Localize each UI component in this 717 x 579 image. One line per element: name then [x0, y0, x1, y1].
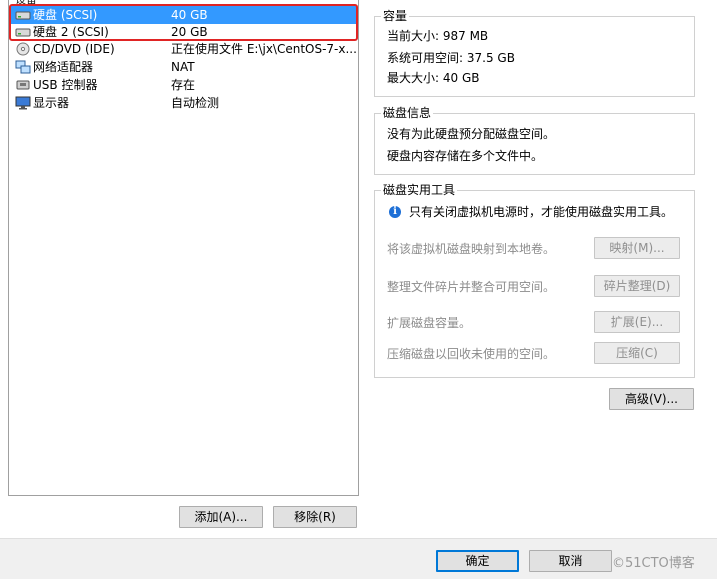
device-row-network-adapter[interactable]: 网络适配器 NAT [10, 58, 357, 76]
disk-info-line: 没有为此硬盘预分配磁盘空间。 [387, 127, 556, 141]
usb-icon [16, 80, 30, 90]
capacity-title: 容量 [381, 9, 410, 23]
device-name: 网络适配器 [33, 60, 94, 74]
expand-description: 扩展磁盘容量。 [387, 316, 472, 330]
expand-button[interactable]: 扩展(E)... [594, 311, 680, 333]
defrag-button[interactable]: 碎片整理(D) [594, 275, 680, 297]
device-summary: 正在使用文件 E:\jx\CentOS-7-x... [171, 42, 356, 56]
add-device-button[interactable]: 添加(A)... [179, 506, 263, 528]
current-size: 当前大小: 987 MB [387, 29, 489, 43]
device-list-header: 设备 [15, 0, 37, 6]
utilities-notice: 只有关闭虚拟机电源时，才能使用磁盘实用工具。 [409, 205, 674, 219]
advanced-button[interactable]: 高级(V)... [609, 388, 694, 410]
device-row-display[interactable]: 显示器 自动检测 [10, 94, 357, 112]
network-adapter-icon [15, 60, 31, 74]
display-icon [15, 96, 31, 110]
system-free-space: 系统可用空间: 37.5 GB [387, 51, 515, 65]
disk-utilities-title: 磁盘实用工具 [381, 183, 458, 197]
compact-description: 压缩磁盘以回收未使用的空间。 [387, 347, 556, 361]
cd-dvd-icon [16, 42, 30, 56]
device-summary: NAT [171, 60, 195, 74]
device-summary: 自动检测 [171, 96, 220, 110]
disk-info-line: 硬盘内容存储在多个文件中。 [387, 149, 544, 163]
device-row-cd-dvd[interactable]: CD/DVD (IDE) 正在使用文件 E:\jx\CentOS-7-x... [10, 40, 357, 58]
disk-info-title: 磁盘信息 [381, 106, 434, 120]
cancel-button[interactable]: 取消 [529, 550, 612, 572]
device-summary: 存在 [171, 78, 196, 92]
device-name: USB 控制器 [33, 78, 98, 92]
device-name: CD/DVD (IDE) [33, 42, 115, 56]
device-row-usb-controller[interactable]: USB 控制器 存在 [10, 76, 357, 94]
highlight-outline [9, 4, 358, 41]
info-icon: i [389, 206, 401, 218]
compact-button[interactable]: 压缩(C) [594, 342, 680, 364]
ok-button[interactable]: 确定 [436, 550, 519, 572]
map-description: 将该虚拟机磁盘映射到本地卷。 [387, 242, 556, 256]
remove-device-button[interactable]: 移除(R) [273, 506, 357, 528]
defrag-description: 整理文件碎片并整合可用空间。 [387, 280, 556, 294]
disk-info-group: 磁盘信息 [374, 106, 695, 175]
max-size: 最大大小: 40 GB [387, 71, 480, 85]
device-list[interactable]: 设备 硬盘 (SCSI) 40 GB 硬盘 2 (SCSI) 20 GB CD/… [8, 0, 359, 496]
watermark: ©51CTO博客 [612, 556, 695, 571]
map-button[interactable]: 映射(M)... [594, 237, 680, 259]
device-name: 显示器 [33, 96, 70, 110]
